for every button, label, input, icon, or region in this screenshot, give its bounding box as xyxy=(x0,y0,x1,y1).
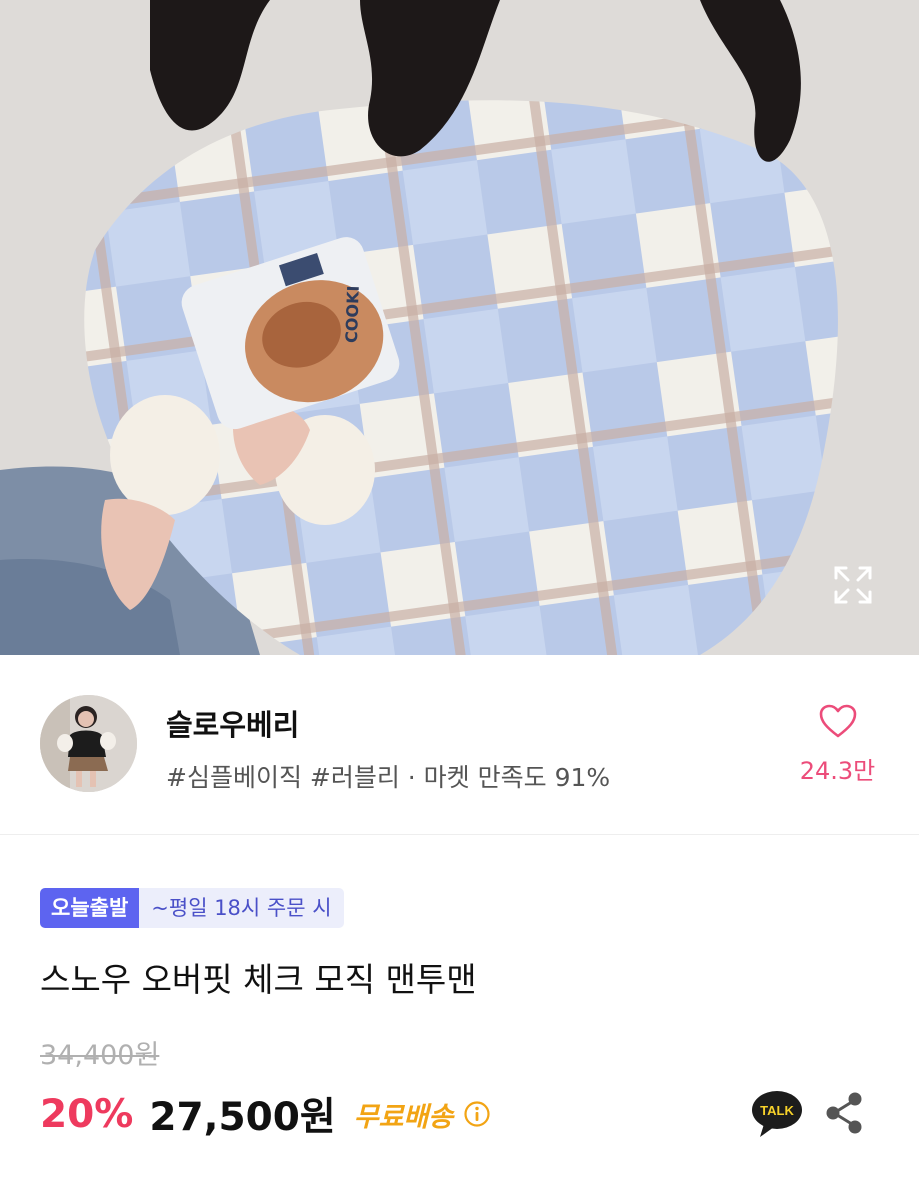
product-image[interactable]: COOKI xyxy=(0,0,919,655)
seller-avatar[interactable] xyxy=(40,695,137,792)
product-photo: COOKI xyxy=(0,0,919,655)
share-icon xyxy=(826,1092,862,1134)
free-shipping-label: 무료배송 xyxy=(353,1101,454,1133)
product-title: 스노우 오버핏 체크 모직 맨투맨 xyxy=(40,960,477,999)
seller-name[interactable]: 슬로우베리 xyxy=(166,702,299,744)
like-count: 24.3만 xyxy=(799,757,876,785)
share-button[interactable] xyxy=(822,1090,866,1136)
delivery-badge: 오늘출발 xyxy=(40,888,140,928)
original-price: 34,400원 xyxy=(40,1040,160,1071)
kakao-talk-icon: TALK xyxy=(752,1091,802,1137)
like-button[interactable]: 24.3만 xyxy=(790,703,885,786)
sale-price: 27,500원 xyxy=(149,1095,336,1140)
cookie-bag-text: COOKI xyxy=(342,285,363,343)
fullscreen-expand-button[interactable] xyxy=(828,560,878,610)
seller-info: 슬로우베리 #심플베이직 #러블리 · 마켓 만족도 91% 24.3만 xyxy=(0,655,919,835)
info-icon[interactable] xyxy=(463,1100,491,1128)
discount-rate: 20% xyxy=(40,1091,134,1137)
kakao-talk-button[interactable]: TALK xyxy=(750,1088,804,1140)
avatar-image xyxy=(40,695,137,792)
talk-label: TALK xyxy=(760,1103,794,1118)
fullscreen-expand-icon xyxy=(834,566,872,604)
seller-tags-satisfaction: #심플베이직 #러블리 · 마켓 만족도 91% xyxy=(166,763,611,792)
same-day-delivery-tag: 오늘출발 ~평일 18시 주문 시 xyxy=(40,888,344,928)
delivery-note: ~평일 18시 주문 시 xyxy=(139,888,344,928)
price-row: 20% 27,500원 무료배송 xyxy=(40,1088,491,1140)
heart-outline-icon xyxy=(819,704,856,738)
